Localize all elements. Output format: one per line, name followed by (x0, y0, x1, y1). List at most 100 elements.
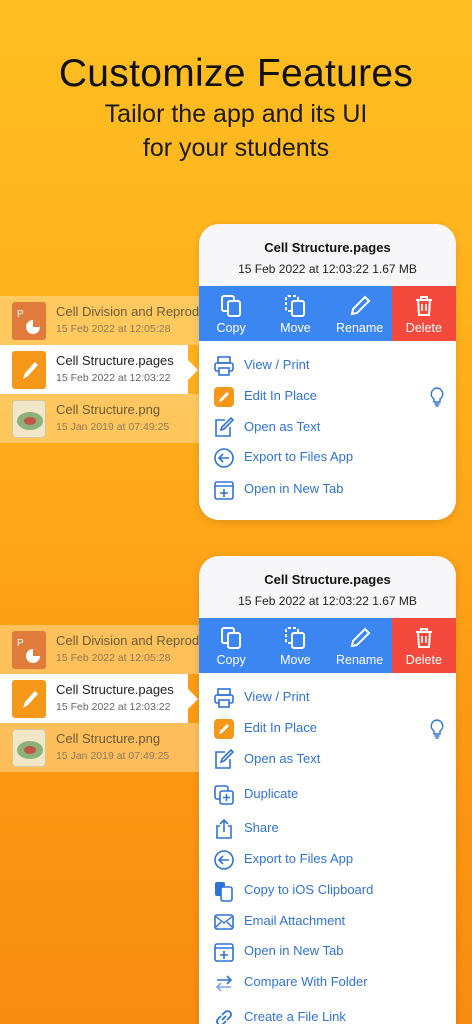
svg-text:P: P (17, 638, 24, 649)
move-icon (285, 627, 306, 649)
move-label: Move (280, 321, 311, 335)
printer-icon (214, 356, 234, 376)
clipboard-icon (215, 882, 233, 902)
delete-label: Delete (405, 653, 442, 667)
copy-icon (221, 295, 242, 317)
arrow-left-circle-icon (214, 448, 234, 468)
popover-pointer (186, 687, 198, 711)
file-item-selected[interactable]: Cell Structure.pages 15 Feb 2022 at 12:0… (0, 345, 188, 394)
file-date: 15 Jan 2019 at 07:49:25 (56, 421, 170, 433)
file-date: 15 Jan 2019 at 07:49:25 (56, 750, 170, 762)
menu-item-label: Export to Files App (244, 449, 354, 464)
menu-item-export-files[interactable]: Export to Files App (199, 443, 456, 473)
copy-button[interactable]: Copy (199, 618, 264, 673)
menu-item-edit-in-place[interactable]: Edit In Place (199, 714, 456, 744)
link-icon (216, 1010, 232, 1024)
menu-item-label: Open in New Tab (244, 943, 344, 958)
menu-item-export-files[interactable]: Export to Files App (199, 845, 456, 875)
action-bar: Copy Move Rename Delete (199, 618, 456, 673)
headline: Customize Features (58, 52, 414, 95)
menu-item-label: View / Print (244, 689, 310, 704)
popover-title: Cell Structure.pages (264, 240, 391, 255)
menu-item-view-print[interactable]: View / Print (199, 683, 456, 713)
popover-pointer (186, 358, 198, 382)
pages-file-icon (12, 680, 46, 718)
menu-item-label: Edit In Place (244, 720, 317, 735)
file-item[interactable]: P Cell Division and Reprod 15 Feb 2022 a… (0, 625, 200, 674)
menu-item-view-print[interactable]: View / Print (199, 351, 456, 381)
menu-item-open-new-tab[interactable]: Open in New Tab (199, 475, 456, 505)
menu-item-label: Create a File Link (244, 1009, 346, 1024)
menu-item-label: Open in New Tab (244, 481, 344, 496)
file-action-popover-bottom: Cell Structure.pages 15 Feb 2022 at 12:0… (199, 556, 456, 1024)
file-name: Cell Structure.pages (56, 353, 174, 368)
menu-item-open-as-text[interactable]: Open as Text (199, 745, 456, 775)
menu-item-duplicate[interactable]: Duplicate (199, 780, 456, 810)
file-item[interactable]: Cell Structure.png 15 Jan 2019 at 07:49:… (0, 723, 200, 772)
file-date: 15 Feb 2022 at 12:03:22 (56, 372, 171, 384)
file-date: 15 Feb 2022 at 12:05:28 (56, 323, 171, 335)
pages-file-icon (12, 351, 46, 389)
rename-button[interactable]: Rename (327, 618, 392, 673)
action-bar: Copy Move Rename Delete (199, 286, 456, 341)
menu-item-label: Email Attachment (244, 913, 346, 928)
menu-item-copy-clipboard[interactable]: Copy to iOS Clipboard (199, 876, 456, 906)
trash-icon (415, 296, 432, 316)
menu-item-edit-in-place[interactable]: Edit In Place (199, 382, 456, 412)
edit-text-icon (215, 749, 235, 769)
menu-item-open-new-tab[interactable]: Open in New Tab (199, 937, 456, 967)
rename-label: Rename (336, 653, 384, 667)
popover-file-meta: 15 Feb 2022 at 12:03:22 1.67 MB (238, 594, 417, 608)
menu-item-label: Edit In Place (244, 388, 317, 403)
file-name: Cell Structure.png (56, 731, 161, 746)
menu-item-label: Export to Files App (244, 851, 354, 866)
new-tab-icon (214, 481, 234, 500)
pencil-icon (350, 627, 371, 648)
delete-label: Delete (405, 321, 442, 335)
file-name: Cell Division and Reprod (56, 304, 200, 319)
move-button[interactable]: Move (263, 618, 328, 673)
rename-button[interactable]: Rename (327, 286, 392, 341)
rename-label: Rename (336, 321, 384, 335)
menu-item-email-attachment[interactable]: Email Attachment (199, 907, 456, 937)
menu-item-create-file-link[interactable]: Create a File Link (199, 1003, 456, 1024)
popover-file-meta: 15 Feb 2022 at 12:03:22 1.67 MB (238, 262, 417, 276)
file-name: Cell Structure.pages (56, 682, 174, 697)
file-date: 15 Feb 2022 at 12:05:28 (56, 652, 171, 664)
pencil-icon (350, 295, 371, 316)
menu-item-label: Compare With Folder (244, 974, 368, 989)
delete-button[interactable]: Delete (391, 286, 456, 341)
move-icon (285, 295, 306, 317)
file-item[interactable]: P Cell Division and Reprod 15 Feb 2022 a… (0, 296, 200, 345)
lightbulb-icon[interactable] (430, 387, 444, 407)
action-menu: View / Print Edit In Place Open as Text … (199, 673, 456, 1024)
presentation-file-icon: P (12, 631, 46, 669)
move-button[interactable]: Move (263, 286, 328, 341)
menu-item-label: Duplicate (244, 786, 299, 801)
menu-item-share[interactable]: Share (199, 814, 456, 844)
compare-arrows-icon (215, 975, 233, 992)
file-action-popover-top: Cell Structure.pages 15 Feb 2022 at 12:0… (199, 224, 456, 520)
new-tab-icon (214, 943, 234, 962)
copy-button[interactable]: Copy (199, 286, 264, 341)
file-item[interactable]: Cell Structure.png 15 Jan 2019 at 07:49:… (0, 394, 200, 443)
file-name: Cell Division and Reprod (56, 633, 200, 648)
copy-label: Copy (216, 653, 246, 667)
lightbulb-icon[interactable] (430, 719, 444, 739)
delete-button[interactable]: Delete (391, 618, 456, 673)
share-icon (216, 818, 232, 839)
presentation-file-icon: P (12, 302, 46, 340)
image-file-icon (12, 400, 46, 438)
svg-text:P: P (17, 309, 24, 320)
edit-text-icon (215, 417, 235, 437)
subtitle-line-1: Tailor the app and its UI (104, 100, 368, 128)
pages-app-icon (214, 719, 234, 739)
duplicate-icon (214, 785, 234, 805)
menu-item-label: View / Print (244, 357, 310, 372)
file-date: 15 Feb 2022 at 12:03:22 (56, 701, 171, 713)
menu-item-open-as-text[interactable]: Open as Text (199, 413, 456, 443)
file-item-selected[interactable]: Cell Structure.pages 15 Feb 2022 at 12:0… (0, 674, 188, 723)
menu-item-label: Open as Text (244, 751, 321, 766)
menu-item-compare-folder[interactable]: Compare With Folder (199, 968, 456, 998)
copy-icon (221, 627, 242, 649)
